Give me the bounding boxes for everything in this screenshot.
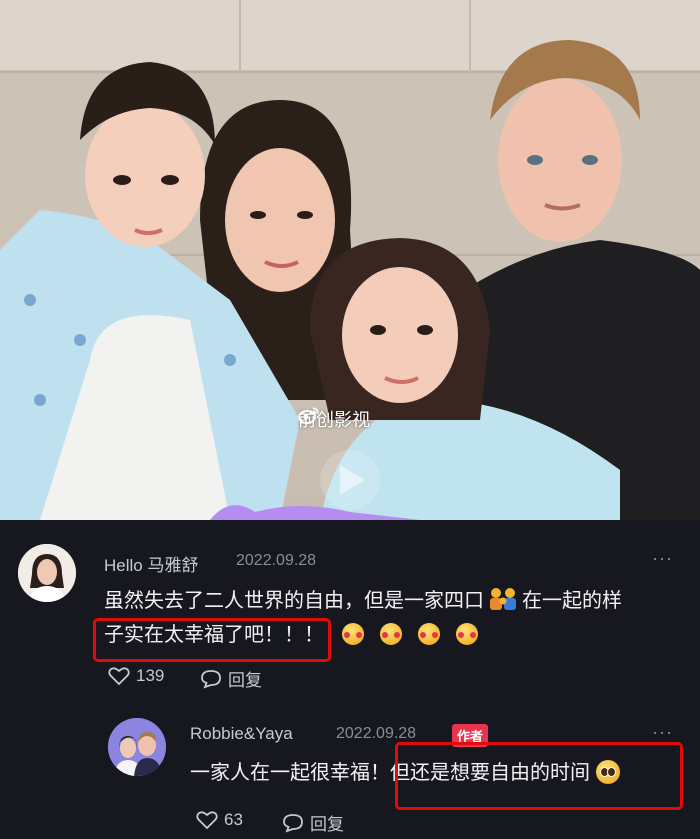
comment-text: 虽然失去了二人世界的自由，但是一家四口 bbox=[104, 590, 484, 612]
comment-section: Hello 马雅舒 2022.09.28 ··· 虽然失去了二人世界的自由，但是… bbox=[0, 520, 700, 839]
watermark: 前创影视 bbox=[298, 406, 370, 432]
blushing-smile-emoji-icon bbox=[456, 623, 478, 645]
heart-icon bbox=[108, 667, 130, 686]
highlight-box bbox=[93, 618, 331, 662]
avatar-image bbox=[18, 544, 76, 602]
more-options-icon[interactable]: ··· bbox=[652, 722, 673, 743]
reply-button[interactable]: 回复 bbox=[200, 666, 262, 691]
reply-bubble-icon bbox=[201, 669, 221, 688]
comment-username[interactable]: Robbie&Yaya bbox=[190, 724, 293, 744]
comment-username[interactable]: Hello 马雅舒 bbox=[104, 551, 198, 576]
comment-date: 2022.09.28 bbox=[336, 725, 417, 742]
highlight-box bbox=[395, 742, 683, 810]
reply-button[interactable]: 回复 bbox=[282, 810, 344, 835]
like-count: 63 bbox=[224, 810, 243, 829]
avatar-image bbox=[108, 718, 166, 776]
avatar[interactable] bbox=[18, 544, 76, 602]
post-photo: 前创影视 bbox=[0, 0, 700, 520]
family-emoji-icon bbox=[490, 588, 516, 610]
weibo-icon bbox=[298, 407, 319, 424]
blushing-smile-emoji-icon bbox=[380, 623, 402, 645]
heart-icon bbox=[196, 811, 218, 830]
family-photo-illustration bbox=[0, 0, 700, 520]
reply-label: 回复 bbox=[228, 671, 262, 690]
like-button[interactable]: 63 bbox=[196, 810, 243, 830]
reply-label: 回复 bbox=[310, 815, 344, 834]
like-count: 139 bbox=[136, 666, 165, 685]
blushing-smile-emoji-icon bbox=[418, 623, 440, 645]
like-button[interactable]: 139 bbox=[108, 666, 164, 686]
blushing-smile-emoji-icon bbox=[342, 623, 364, 645]
reply-bubble-icon bbox=[283, 813, 303, 832]
comment-text-tail: 在一起的样 bbox=[522, 590, 622, 612]
comment-text-line-1: 虽然失去了二人世界的自由，但是一家四口 在一起的样 bbox=[104, 584, 622, 618]
more-options-icon[interactable]: ··· bbox=[652, 548, 673, 569]
comment-date: 2022.09.28 bbox=[236, 552, 317, 569]
avatar[interactable] bbox=[108, 718, 166, 776]
